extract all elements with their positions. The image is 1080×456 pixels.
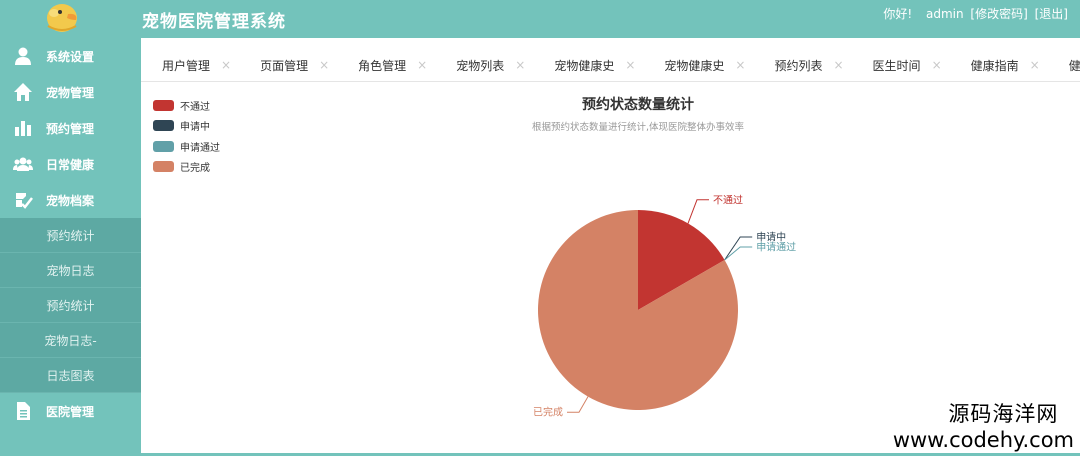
sidebar-item-label: 预约管理 <box>46 121 95 136</box>
sidebar: 系统设置 宠物管理 预约管理 日常健康 宠物档案 预约统计 宠物日志 预约统计 … <box>0 38 141 456</box>
watermark: 源码海洋网 www.codehy.com <box>893 398 1074 452</box>
home-icon <box>0 82 46 102</box>
watermark-line1: 源码海洋网 <box>948 402 1059 426</box>
pie-label-line <box>687 199 709 224</box>
sidebar-item-label: 宠物管理 <box>46 85 95 100</box>
app-title: 宠物医院管理系统 <box>142 12 286 32</box>
pie-chart: 不通过申请中申请通过已完成 <box>533 193 796 419</box>
sidebar-item-label: 医院管理 <box>46 404 95 419</box>
sidebar-item-label: 日常健康 <box>46 157 95 172</box>
watermark-line2: www.codehy.com <box>892 428 1074 452</box>
pie-label: 已完成 <box>533 406 563 419</box>
user-area: 你好! admin [修改密码] [退出] <box>880 5 1068 22</box>
submenu-item-appointment-stats[interactable]: 预约统计 <box>0 218 141 253</box>
sidebar-item-label: 系统设置 <box>46 49 95 64</box>
submenu-item-pet-log-2[interactable]: 宠物日志- <box>0 323 141 358</box>
pie-label-line <box>567 396 589 413</box>
username-text: admin <box>925 7 964 21</box>
logout-link[interactable]: [退出] <box>1035 7 1068 21</box>
sidebar-item-pet-records[interactable]: 宠物档案 <box>0 182 141 218</box>
sidebar-item-appointment-management[interactable]: 预约管理 <box>0 110 141 146</box>
sidebar-item-pet-management[interactable]: 宠物管理 <box>0 74 141 110</box>
submenu-item-log-chart[interactable]: 日志图表 <box>0 358 141 393</box>
main-content: 用户管理 × 页面管理 × 角色管理 × 宠物列表 × 宠物健康史 × 宠物健康史 × 预约列表 × 医生时… <box>141 38 1080 453</box>
sidebar-item-label: 宠物档案 <box>46 193 95 208</box>
user-icon <box>0 46 46 66</box>
change-password-link[interactable]: [修改密码] <box>970 7 1027 21</box>
pie-label: 不通过 <box>713 193 743 206</box>
group-icon <box>0 154 46 174</box>
greeting-text: 你好! <box>883 7 913 21</box>
document-icon <box>0 401 46 421</box>
pie-label: 申请通过 <box>756 241 796 254</box>
sidebar-item-daily-health[interactable]: 日常健康 <box>0 146 141 182</box>
top-header: 宠物医院管理系统 你好! admin [修改密码] [退出] <box>0 0 1080 38</box>
submenu-item-appointment-stats-2[interactable]: 预约统计 <box>0 288 141 323</box>
edit-check-icon <box>0 190 46 210</box>
sidebar-submenu: 预约统计 宠物日志 预约统计 宠物日志- 日志图表 <box>0 218 141 393</box>
sidebar-item-system-settings[interactable]: 系统设置 <box>0 38 141 74</box>
bar-chart-icon <box>0 118 46 138</box>
sidebar-item-hospital-management[interactable]: 医院管理 <box>0 393 141 429</box>
duck-logo-icon <box>47 4 77 32</box>
submenu-item-pet-log[interactable]: 宠物日志 <box>0 253 141 288</box>
